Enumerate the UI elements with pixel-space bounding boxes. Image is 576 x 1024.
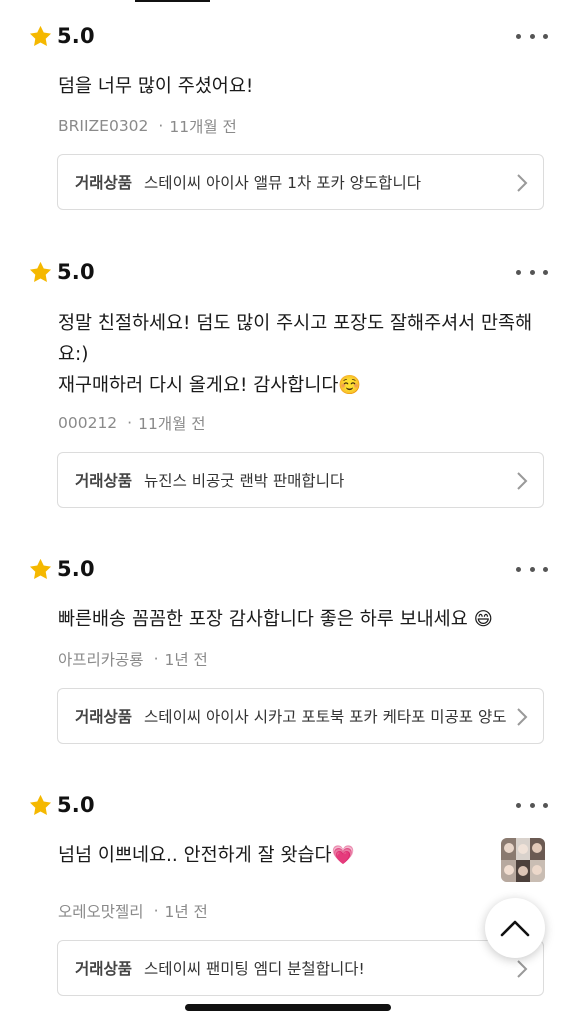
product-label: 거래상품 <box>75 174 133 192</box>
star-icon <box>29 794 52 815</box>
review-meta: BRIIZE0302 · 11개월 전 <box>58 117 237 136</box>
rating-value: 5.0 <box>57 557 95 581</box>
chevron-up-icon <box>500 920 530 937</box>
review-time: 11개월 전 <box>138 415 206 433</box>
star-icon <box>29 558 52 579</box>
rating-row: 5.0 <box>28 790 95 820</box>
chevron-right-icon <box>517 472 528 490</box>
review-meta: 아프리카공룡 · 1년 전 <box>58 648 208 670</box>
more-dots-icon <box>516 802 521 808</box>
chevron-right-icon <box>517 708 528 726</box>
more-options-button[interactable] <box>516 560 548 578</box>
review-text-line: 넘넘 이쁘네요.. 안전하게 잘 왓습다💗 <box>58 845 355 866</box>
chevron-right-icon <box>517 960 528 978</box>
more-options-button[interactable] <box>516 27 548 45</box>
star-icon <box>29 261 52 282</box>
more-dots-icon <box>516 566 521 572</box>
review-time: 11개월 전 <box>169 118 237 136</box>
photo-thumbnail-image <box>501 838 545 882</box>
review-meta: 오레오맛젤리 · 1년 전 <box>58 900 208 922</box>
review-photo-thumbnail[interactable] <box>501 838 545 882</box>
product-label: 거래상품 <box>75 472 133 490</box>
product-name: 뉴진스 비공굿 랜박 판매합니다 <box>144 472 345 490</box>
review-meta: 000212 · 11개월 전 <box>58 414 206 433</box>
product-name: 스테이씨 아이사 시카고 포토북 포카 케타포 미공포 양도 <box>144 708 507 726</box>
rating-value: 5.0 <box>57 260 95 284</box>
review-text-line: 요:) <box>58 344 89 365</box>
more-dots-icon <box>516 33 521 39</box>
more-dots-icon <box>516 269 521 275</box>
review-text-line: 빠른배송 꼼꼼한 포장 감사합니다 좋은 하루 보내세요 😄 <box>58 609 493 630</box>
product-link[interactable]: 거래상품 뉴진스 비공굿 랜박 판매합니다 <box>57 452 544 508</box>
review-text: 빠른배송 꼼꼼한 포장 감사합니다 좋은 하루 보내세요 😄 <box>58 604 558 635</box>
product-link[interactable]: 거래상품 스테이씨 팬미팅 엠디 분철합니다! <box>57 940 544 996</box>
more-options-button[interactable] <box>516 796 548 814</box>
product-name: 스테이씨 아이사 앨뮤 1차 포카 양도합니다 <box>144 174 421 192</box>
review-text-line: 재구매하러 다시 올게요! 감사합니다☺️ <box>58 375 362 396</box>
star-icon <box>29 25 52 46</box>
more-options-button[interactable] <box>516 263 548 281</box>
review-text-line: 정말 친절하세요! 덤도 많이 주시고 포장도 잘해주셔서 만족해 <box>58 313 533 334</box>
rating-value: 5.0 <box>57 793 95 817</box>
product-label: 거래상품 <box>75 708 133 726</box>
scroll-to-top-button[interactable] <box>485 898 545 958</box>
review-text: 정말 친절하세요! 덤도 많이 주시고 포장도 잘해주셔서 만족해 요:) 재구… <box>58 308 558 401</box>
top-scroll-indicator <box>135 0 210 2</box>
author-name[interactable]: 000212 <box>58 414 117 432</box>
author-name[interactable]: BRIIZE0302 <box>58 117 148 135</box>
home-indicator <box>185 1004 391 1011</box>
product-link[interactable]: 거래상품 스테이씨 아이사 앨뮤 1차 포카 양도합니다 <box>57 154 544 210</box>
author-name[interactable]: 오레오맛젤리 <box>58 900 144 922</box>
product-link[interactable]: 거래상품 스테이씨 아이사 시카고 포토북 포카 케타포 미공포 양도 <box>57 688 544 744</box>
review-time: 1년 전 <box>164 903 208 921</box>
review-text: 덤을 너무 많이 주셨어요! <box>58 71 558 102</box>
rating-value: 5.0 <box>57 24 95 48</box>
rating-row: 5.0 <box>28 257 95 287</box>
product-name: 스테이씨 팬미팅 엠디 분철합니다! <box>144 960 365 978</box>
chevron-right-icon <box>517 174 528 192</box>
product-label: 거래상품 <box>75 960 133 978</box>
rating-row: 5.0 <box>28 21 95 51</box>
review-text-line: 덤을 너무 많이 주셨어요! <box>58 76 254 97</box>
author-name[interactable]: 아프리카공룡 <box>58 648 144 670</box>
review-time: 1년 전 <box>164 651 208 669</box>
rating-row: 5.0 <box>28 554 95 584</box>
review-text: 넘넘 이쁘네요.. 안전하게 잘 왓습다💗 <box>58 840 558 871</box>
